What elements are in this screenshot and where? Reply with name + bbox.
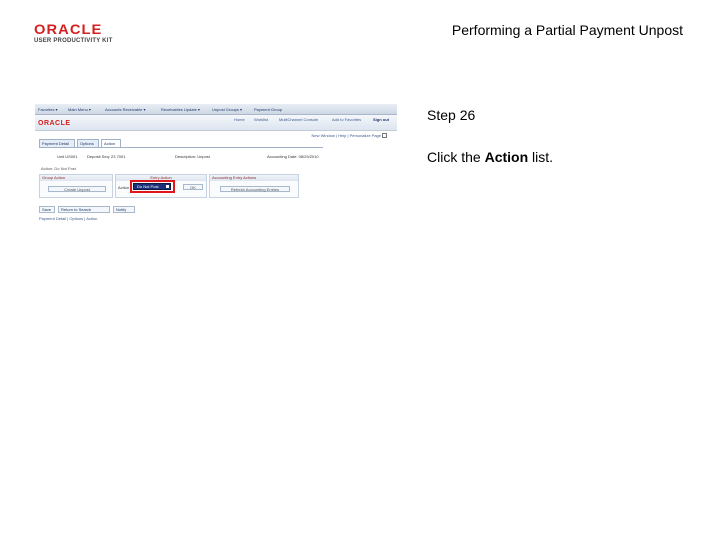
accounting-date-value: Accounting Date: 08/29/2010 bbox=[267, 154, 319, 159]
header-link-multichannel[interactable]: MultiChannel Console bbox=[279, 117, 318, 122]
header-link-home[interactable]: Home bbox=[234, 117, 245, 122]
new-window-links[interactable]: New Window | Help | Personalize Page bbox=[312, 133, 387, 139]
group-action-heading: Group Action bbox=[40, 175, 112, 181]
menu-payment-group[interactable]: Payment Group bbox=[254, 107, 282, 112]
step-instruction: Click the Action list. bbox=[427, 149, 553, 165]
menu-receivables-update[interactable]: Receivables Update ▾ bbox=[161, 107, 200, 112]
action-field-label: Action bbox=[118, 185, 130, 190]
action-status: Action: Do Not Post bbox=[41, 166, 76, 171]
step-number: Step 26 bbox=[427, 107, 476, 123]
instruction-emphasis: Action bbox=[484, 149, 529, 165]
description-value: Description: Unpost bbox=[175, 154, 210, 159]
menu-unpost-groups[interactable]: Unpost Groups ▾ bbox=[212, 107, 242, 112]
tab-action[interactable]: Action bbox=[101, 139, 121, 147]
oracle-upk-logo: ORACLE USER PRODUCTIVITY KIT bbox=[34, 22, 124, 44]
return-to-search-button[interactable]: Return to Search bbox=[58, 206, 110, 213]
menu-accounts-receivable[interactable]: Accounts Receivable ▾ bbox=[105, 107, 145, 112]
app-logo: ORACLE bbox=[38, 120, 71, 127]
footer-links[interactable]: Payment Detail | Options | Action bbox=[39, 216, 97, 221]
instruction-pre: Click the bbox=[427, 149, 485, 165]
action-highlight-box bbox=[130, 180, 175, 193]
grid-icon bbox=[382, 133, 387, 139]
menu-main-menu[interactable]: Main Menu ▾ bbox=[68, 107, 91, 112]
page-title: Performing a Partial Payment Unpost bbox=[451, 22, 683, 38]
instruction-post: list. bbox=[528, 149, 554, 165]
tab-payment-detail[interactable]: Payment Detail bbox=[39, 139, 75, 147]
header-link-favorites[interactable]: Add to Favorites bbox=[332, 117, 361, 122]
upk-logo-text: USER PRODUCTIVITY KIT bbox=[34, 38, 113, 44]
menu-bar: Favorites ▾ Main Menu ▾ Accounts Receiva… bbox=[35, 104, 397, 115]
new-window-text[interactable]: New Window | Help | Personalize Page bbox=[312, 133, 381, 138]
menu-favorites[interactable]: Favorites ▾ bbox=[38, 107, 58, 112]
header-link-worklist[interactable]: Worklist bbox=[254, 117, 268, 122]
unit-value: Unit US001 bbox=[57, 154, 78, 159]
tab-divider bbox=[39, 147, 323, 148]
oracle-logo-text: ORACLE bbox=[34, 21, 103, 37]
tab-options[interactable]: Options bbox=[77, 139, 99, 147]
save-button[interactable]: Save bbox=[39, 206, 55, 213]
group-action-box: Group Action Create Unpost bbox=[39, 174, 113, 198]
application-screenshot: Favorites ▾ Main Menu ▾ Accounts Receiva… bbox=[35, 104, 397, 224]
deposit-value: Deposit Seq: 23 7001 bbox=[87, 154, 126, 159]
ok-button[interactable]: OK bbox=[183, 184, 203, 190]
accounting-entry-heading: Accounting Entry Actions bbox=[210, 175, 298, 181]
refresh-accounting-button[interactable]: Refresh Accounting Entries bbox=[220, 186, 290, 192]
header-band: ORACLE Home Worklist MultiChannel Consol… bbox=[35, 115, 397, 131]
create-unpost-button[interactable]: Create Unpost bbox=[48, 186, 106, 192]
header-link-signout[interactable]: Sign out bbox=[373, 117, 389, 122]
notify-button[interactable]: Notify bbox=[113, 206, 135, 213]
accounting-entry-box: Accounting Entry Actions Refresh Account… bbox=[209, 174, 299, 198]
